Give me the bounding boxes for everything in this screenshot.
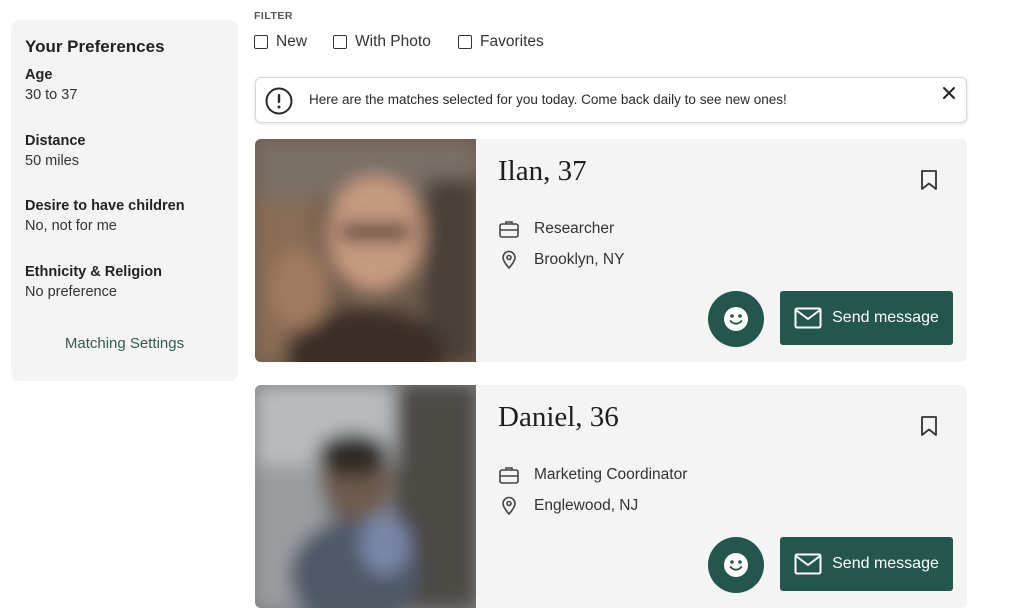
smile-icon bbox=[724, 553, 748, 577]
pref-children-value: No, not for me bbox=[25, 218, 117, 234]
location-row: Englewood, NJ bbox=[498, 496, 638, 516]
filter-new-label: New bbox=[276, 33, 308, 50]
envelope-icon bbox=[794, 307, 822, 329]
send-message-button[interactable]: Send message bbox=[780, 537, 953, 591]
envelope-icon bbox=[794, 553, 822, 575]
pref-age-label: Age bbox=[25, 67, 53, 83]
location-row: Brooklyn, NY bbox=[498, 250, 624, 270]
preferences-title: Your Preferences bbox=[25, 37, 165, 56]
match-occupation: Marketing Coordinator bbox=[534, 466, 688, 483]
smile-icon bbox=[724, 307, 748, 331]
match-name: Ilan, 37 bbox=[498, 155, 587, 187]
pref-ethnicity: Ethnicity & Religion No preference bbox=[25, 264, 162, 300]
pref-distance-value: 50 miles bbox=[25, 153, 79, 169]
pref-children: Desire to have children No, not for me bbox=[25, 198, 185, 234]
close-icon[interactable] bbox=[941, 85, 957, 101]
send-message-label: Send message bbox=[832, 309, 939, 326]
pref-distance-label: Distance bbox=[25, 133, 86, 149]
profile-photo[interactable] bbox=[255, 139, 476, 362]
pref-age: Age 30 to 37 bbox=[25, 67, 77, 103]
occupation-row: Researcher bbox=[498, 219, 614, 239]
match-card[interactable]: Ilan, 37 Researcher Brooklyn, NY Send me… bbox=[255, 139, 967, 362]
preferences-panel: Your Preferences Age 30 to 37 Distance 5… bbox=[11, 20, 238, 381]
briefcase-icon bbox=[499, 467, 519, 484]
pref-distance: Distance 50 miles bbox=[25, 133, 85, 169]
pref-ethnicity-label: Ethnicity & Religion bbox=[25, 264, 162, 280]
smile-button[interactable] bbox=[708, 537, 764, 593]
match-card[interactable]: Daniel, 36 Marketing Coordinator Englewo… bbox=[255, 385, 967, 608]
filter-favorites-label: Favorites bbox=[480, 33, 544, 50]
checkbox-icon[interactable] bbox=[333, 35, 347, 49]
bookmark-icon[interactable] bbox=[919, 415, 939, 437]
match-occupation: Researcher bbox=[534, 220, 615, 237]
filter-with-photo-label: With Photo bbox=[355, 33, 431, 50]
smile-button[interactable] bbox=[708, 291, 764, 347]
filter-new-checkbox[interactable]: New bbox=[254, 33, 307, 51]
pref-ethnicity-value: No preference bbox=[25, 284, 117, 300]
send-message-label: Send message bbox=[832, 555, 939, 572]
checkbox-icon[interactable] bbox=[254, 35, 268, 49]
checkbox-icon[interactable] bbox=[458, 35, 472, 49]
match-location: Brooklyn, NY bbox=[534, 251, 625, 268]
filter-with-photo-checkbox[interactable]: With Photo bbox=[333, 33, 431, 51]
pref-age-value: 30 to 37 bbox=[25, 87, 78, 103]
location-pin-icon bbox=[502, 250, 516, 270]
bookmark-icon[interactable] bbox=[919, 169, 939, 191]
filter-favorites-checkbox[interactable]: Favorites bbox=[458, 33, 544, 51]
alert-circle-icon bbox=[265, 87, 293, 115]
filter-label: FILTER bbox=[254, 10, 293, 22]
daily-matches-notice: Here are the matches selected for you to… bbox=[255, 77, 967, 123]
send-message-button[interactable]: Send message bbox=[780, 291, 953, 345]
match-name: Daniel, 36 bbox=[498, 401, 619, 433]
matching-settings-link[interactable]: Matching Settings bbox=[11, 335, 238, 352]
location-pin-icon bbox=[502, 496, 516, 516]
pref-children-label: Desire to have children bbox=[25, 198, 185, 214]
briefcase-icon bbox=[499, 221, 519, 238]
match-location: Englewood, NJ bbox=[534, 497, 639, 514]
profile-photo[interactable] bbox=[255, 385, 476, 608]
occupation-row: Marketing Coordinator bbox=[498, 465, 687, 485]
notice-message: Here are the matches selected for you to… bbox=[309, 92, 787, 107]
